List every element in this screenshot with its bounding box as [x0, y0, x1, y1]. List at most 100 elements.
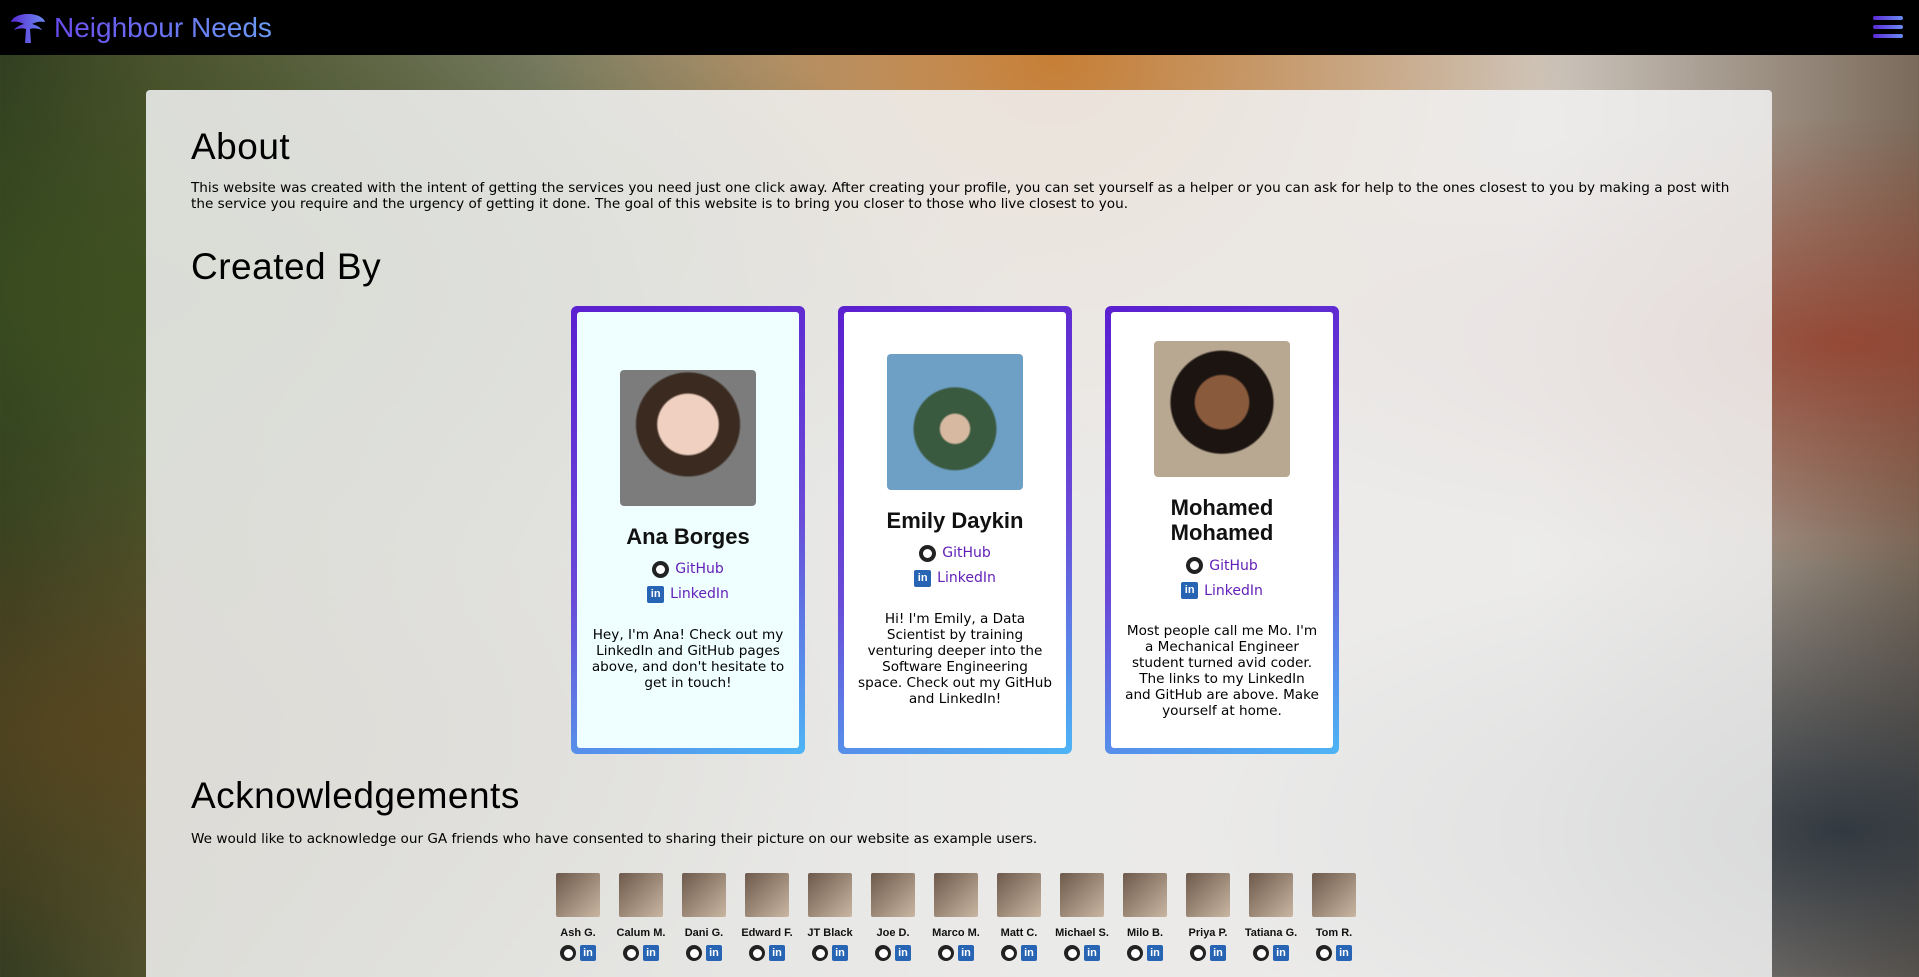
friend-links: in [749, 945, 785, 961]
avatar [620, 369, 756, 506]
friends-list: Ash G. in Calum M. in Dani G. in Edward F. in JT… [556, 873, 1356, 961]
friend-item: Marco M. in [932, 873, 980, 961]
linkedin-icon[interactable]: in [706, 945, 722, 961]
friend-photo [1312, 873, 1356, 917]
friend-photo [682, 873, 726, 917]
github-link[interactable]: GitHub [652, 560, 724, 578]
creator-name: Mohamed Mohamed [1170, 495, 1274, 545]
github-label: GitHub [942, 545, 991, 561]
github-icon[interactable] [1064, 945, 1080, 961]
creator-name: Ana Borges [626, 523, 750, 549]
friend-links: in [938, 945, 974, 961]
github-icon[interactable] [686, 945, 702, 961]
linkedin-icon: in [914, 569, 932, 587]
friend-item: Joe D. in [871, 873, 915, 961]
linkedin-icon[interactable]: in [580, 945, 596, 961]
linkedin-icon: in [1181, 582, 1199, 599]
friend-name: Marco M. [932, 927, 980, 939]
github-icon[interactable] [938, 945, 954, 961]
linkedin-icon[interactable]: in [1084, 945, 1100, 961]
linkedin-icon[interactable]: in [832, 945, 848, 961]
github-icon[interactable] [1316, 945, 1332, 961]
creator-card-emily: Emily Daykin GitHub in LinkedIn Hi! I'm E… [838, 306, 1072, 754]
linkedin-label: LinkedIn [1204, 582, 1263, 599]
github-link[interactable]: GitHub [1186, 557, 1258, 574]
friend-photo [808, 873, 852, 917]
friend-name: Calum M. [616, 927, 666, 939]
linkedin-icon[interactable]: in [958, 945, 974, 961]
friend-name: JT Black [807, 927, 853, 939]
friend-item: Calum M. in [616, 873, 666, 961]
friend-links: in [686, 945, 722, 961]
friend-links: in [1064, 945, 1100, 961]
friend-photo [619, 873, 663, 917]
github-icon[interactable] [560, 945, 576, 961]
friend-name: Edward F. [741, 927, 793, 939]
friend-name: Dani G. [684, 927, 724, 939]
github-icon [1186, 557, 1204, 574]
friend-links: in [812, 945, 848, 961]
creator-name: Emily Daykin [886, 507, 1024, 533]
friend-name: Tatiana G. [1244, 927, 1298, 939]
linkedin-icon[interactable]: in [769, 945, 785, 961]
github-icon[interactable] [812, 945, 828, 961]
friend-name: Michael S. [1055, 927, 1109, 939]
github-icon[interactable] [1127, 945, 1143, 961]
github-icon[interactable] [749, 945, 765, 961]
friend-name: Joe D. [876, 927, 910, 939]
linkedin-icon[interactable]: in [1021, 945, 1037, 961]
friend-links: in [560, 945, 596, 961]
linkedin-label: LinkedIn [670, 586, 729, 602]
friend-item: Ash G. in [556, 873, 600, 961]
avatar [887, 353, 1023, 490]
github-label: GitHub [1209, 557, 1258, 574]
acknowledgements-title: Acknowledgements [191, 775, 520, 816]
github-icon[interactable] [1190, 945, 1206, 961]
linkedin-link[interactable]: in LinkedIn [914, 569, 996, 587]
creator-bio: Hey, I'm Ana! Check out my LinkedIn and … [591, 626, 785, 691]
friend-links: in [1001, 945, 1037, 961]
friend-item: Edward F. in [741, 873, 793, 961]
linkedin-link[interactable]: in LinkedIn [1181, 582, 1263, 599]
github-icon[interactable] [1253, 945, 1269, 961]
creator-bio: Hi! I'm Emily, a Data Scientist by train… [858, 610, 1052, 707]
linkedin-icon[interactable]: in [1147, 945, 1163, 961]
friend-name: Priya P. [1188, 927, 1228, 939]
friend-item: Tom R. in [1312, 873, 1356, 961]
hamburger-menu-icon[interactable] [1873, 16, 1903, 38]
friend-item: Michael S. in [1055, 873, 1109, 961]
creator-card-mohamed: Mohamed Mohamed GitHub in LinkedIn Most p… [1105, 306, 1339, 754]
friend-item: Dani G. in [682, 873, 726, 961]
github-link[interactable]: GitHub [919, 544, 991, 562]
github-label: GitHub [675, 561, 724, 577]
linkedin-label: LinkedIn [937, 570, 996, 586]
created-by-title: Created By [191, 246, 382, 287]
linkedin-icon[interactable]: in [1273, 945, 1289, 961]
friend-photo [1249, 873, 1293, 917]
friend-photo [1060, 873, 1104, 917]
acknowledgements-text: We would like to acknowledge our GA frie… [191, 831, 1038, 847]
brand-link[interactable]: Neighbour Needs [8, 10, 272, 46]
friend-item: JT Black in [807, 873, 853, 961]
friend-item: Milo B. in [1123, 873, 1167, 961]
friend-name: Matt C. [1000, 927, 1038, 939]
friend-photo [934, 873, 978, 917]
friend-links: in [875, 945, 911, 961]
friend-name: Tom R. [1315, 927, 1353, 939]
linkedin-icon[interactable]: in [895, 945, 911, 961]
friend-links: in [623, 945, 659, 961]
creator-bio: Most people call me Mo. I'm a Mechanical… [1125, 623, 1319, 719]
friend-links: in [1190, 945, 1226, 961]
github-icon[interactable] [1001, 945, 1017, 961]
github-icon [919, 544, 937, 562]
about-title: About [191, 126, 291, 167]
linkedin-icon[interactable]: in [1336, 945, 1352, 961]
linkedin-icon[interactable]: in [643, 945, 659, 961]
linkedin-link[interactable]: in LinkedIn [647, 585, 729, 603]
github-icon[interactable] [875, 945, 891, 961]
friend-photo [1186, 873, 1230, 917]
github-icon[interactable] [623, 945, 639, 961]
friend-name: Milo B. [1126, 927, 1164, 939]
friend-name: Ash G. [560, 927, 596, 939]
linkedin-icon[interactable]: in [1210, 945, 1226, 961]
